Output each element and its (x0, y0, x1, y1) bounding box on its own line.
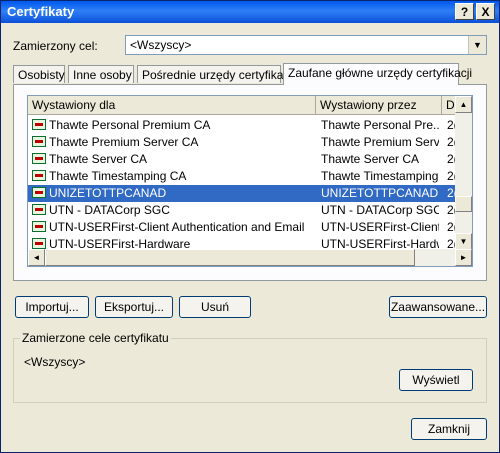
certificates-dialog: Certyfikaty ? X Zamierzony cel: <Wszyscy… (0, 0, 500, 453)
view-button[interactable]: Wyświetl (399, 369, 473, 391)
tab-other-people[interactable]: Inne osoby (68, 65, 134, 83)
intended-purposes-label: Zamierzone cele certyfikatu (20, 331, 171, 345)
scroll-thumb-horizontal[interactable] (45, 249, 415, 266)
table-row[interactable]: UTN - DATACorp SGC UTN - DATACorp SGC 2( (28, 202, 456, 219)
purpose-label: Zamierzony cel: (13, 39, 98, 53)
cell-issued-by: Thawte Server CA (321, 152, 420, 166)
advanced-button[interactable]: Zaawansowane... (389, 296, 487, 318)
scroll-down-icon[interactable]: ▼ (455, 233, 472, 250)
purpose-select[interactable]: <Wszyscy> ▼ (125, 35, 487, 55)
tab-intermediate-ca[interactable]: Pośrednie urzędy certyfikacji (137, 65, 295, 83)
column-header-issued-to[interactable]: Wystawiony dla (28, 96, 316, 115)
close-button[interactable]: Zamknij (411, 418, 487, 440)
cell-issued-by: UTN - DATACorp SGC (321, 203, 439, 217)
purpose-value: <Wszyscy> (130, 38, 192, 52)
cell-issued-to: Thawte Timestamping CA (49, 169, 187, 183)
horizontal-scrollbar[interactable]: ◄ ► (28, 249, 472, 266)
cell-issued-by: Thawte Personal Pre... (321, 118, 439, 132)
certificate-icon (32, 238, 46, 249)
certificate-icon (32, 136, 46, 147)
scroll-thumb[interactable] (455, 196, 472, 212)
cell-issued-by: UNIZETOTTPCANAD (321, 186, 439, 200)
certificate-icon (32, 170, 46, 181)
close-window-button[interactable]: X (476, 3, 495, 20)
certificate-icon (32, 119, 46, 130)
column-header-issued-by[interactable]: Wystawiony przez (316, 96, 442, 115)
cell-issued-by: Thawte Timestamping... (321, 169, 439, 183)
cell-issued-to: UNIZETOTTPCANAD (49, 186, 167, 200)
table-row[interactable]: UTN-USERFirst-Client Authentication and … (28, 219, 456, 236)
column-header-date[interactable]: D (442, 96, 456, 115)
tab-personal[interactable]: Osobisty (13, 65, 65, 83)
table-row[interactable]: Thawte Server CA Thawte Server CA 2( (28, 151, 456, 168)
table-row[interactable]: Thawte Premium Server CA Thawte Premium … (28, 134, 456, 151)
table-row[interactable]: Thawte Personal Premium CA Thawte Person… (28, 117, 456, 134)
window-title: Certyfikaty (7, 4, 75, 19)
remove-button[interactable]: Usuń (179, 296, 251, 318)
certificate-icon (32, 187, 46, 198)
certificate-icon (32, 153, 46, 164)
cell-issued-by: Thawte Premium Serv... (321, 135, 439, 149)
cell-issued-to: Thawte Server CA (49, 152, 148, 166)
cell-issued-to: UTN - DATACorp SGC (49, 203, 170, 217)
import-button[interactable]: Importuj... (15, 296, 89, 318)
cell-issued-to: Thawte Personal Premium CA (49, 118, 211, 132)
certificate-icon (32, 221, 46, 232)
scroll-right-icon[interactable]: ► (455, 249, 472, 266)
certificate-icon (32, 204, 46, 215)
chevron-down-icon[interactable]: ▼ (468, 36, 486, 54)
tab-trusted-root-ca[interactable]: Zaufane główne urzędy certyfikacji (283, 63, 472, 85)
cell-issued-to: UTN-USERFirst-Client Authentication and … (49, 220, 305, 234)
table-row-selected[interactable]: UNIZETOTTPCANAD UNIZETOTTPCANAD 2( (28, 185, 456, 202)
scroll-left-icon[interactable]: ◄ (28, 249, 45, 266)
certificate-list[interactable]: Wystawiony dla Wystawiony przez D Thawte… (27, 95, 473, 267)
help-button[interactable]: ? (455, 3, 474, 20)
title-bar[interactable]: Certyfikaty ? X (1, 1, 499, 23)
export-button[interactable]: Eksportuj... (95, 296, 173, 318)
cell-issued-by: UTN-USERFirst-Client ... (321, 220, 439, 234)
scroll-up-icon[interactable]: ▲ (455, 96, 472, 113)
intended-purposes-value: <Wszyscy> (24, 355, 86, 369)
table-row[interactable]: Thawte Timestamping CA Thawte Timestampi… (28, 168, 456, 185)
cell-issued-to: Thawte Premium Server CA (49, 135, 199, 149)
vertical-scrollbar[interactable]: ▲ ▼ (455, 96, 472, 250)
